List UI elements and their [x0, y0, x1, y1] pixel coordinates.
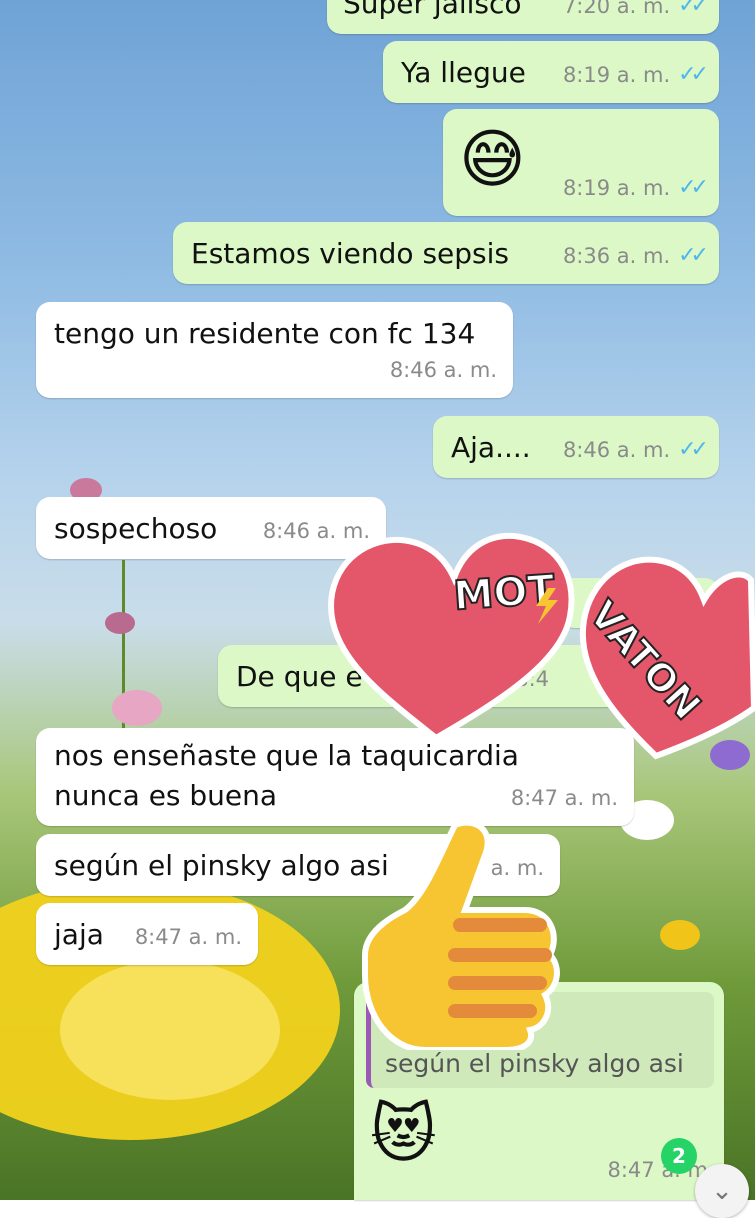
- read-ticks-icon: ✓✓: [678, 0, 709, 18]
- read-ticks-icon: ✓✓: [678, 243, 709, 268]
- message-text: Ya llegue: [401, 56, 526, 89]
- message-meta: 8:19 a. m. ✓✓: [562, 168, 709, 208]
- message-time: 8:19 a. m.: [562, 176, 671, 200]
- message-meta: 8:47 a. m.: [511, 778, 618, 818]
- message-time: 8:46 a. m.: [562, 438, 671, 462]
- message-text: según el pinsky algo asi: [54, 849, 389, 882]
- scroll-down-button[interactable]: ⌄: [695, 1164, 749, 1218]
- flower-decoration: [105, 612, 135, 634]
- heart-left-icon: [327, 532, 575, 742]
- message-meta: 8:46 a. m. ✓✓: [562, 430, 709, 470]
- message-meta: 8:36 a. m. ✓✓: [562, 236, 709, 276]
- read-ticks-icon: ✓✓: [678, 175, 709, 200]
- message-meta: 8:47 a. m.: [135, 917, 242, 957]
- message-text: Estamos viendo sepsis: [191, 237, 509, 270]
- message-outgoing[interactable]: 😅 8:19 a. m. ✓✓: [443, 109, 719, 216]
- chevron-down-icon: ⌄: [711, 1176, 733, 1206]
- unread-count-badge[interactable]: 2: [661, 1138, 697, 1174]
- message-outgoing[interactable]: Aja.... 8:46 a. m. ✓✓: [433, 416, 719, 478]
- message-incoming[interactable]: jaja 8:47 a. m.: [36, 903, 258, 965]
- message-outgoing[interactable]: Estamos viendo sepsis 8:36 a. m. ✓✓: [173, 222, 719, 284]
- flower-decoration: [660, 920, 700, 950]
- read-ticks-icon: ✓✓: [678, 437, 709, 462]
- message-text: tengo un residente con fc 134: [54, 317, 476, 350]
- message-outgoing[interactable]: Ya llegue 8:19 a. m. ✓✓: [383, 41, 719, 103]
- message-text: sospechoso: [54, 512, 218, 545]
- message-text: Aja....: [451, 431, 531, 464]
- flower-decoration: [112, 690, 162, 726]
- message-incoming[interactable]: tengo un residente con fc 134 8:46 a. m.: [36, 302, 513, 398]
- message-time: 8:47 a. m.: [510, 786, 618, 810]
- quoted-text: según el pinsky algo asi: [385, 1049, 684, 1078]
- message-text-line-2: nunca es buena: [54, 779, 278, 812]
- message-time: 8:19 a. m.: [562, 63, 671, 87]
- message-meta: 7:20 a. m. ✓✓: [562, 0, 709, 26]
- message-text: jaja: [54, 918, 104, 951]
- message-outgoing[interactable]: Super jalisco 7:20 a. m. ✓✓: [327, 0, 719, 34]
- message-time: 8:47 a. m.: [134, 925, 242, 949]
- message-meta: 8:19 a. m. ✓✓: [562, 55, 709, 95]
- message-time: 7:20 a. m.: [562, 0, 671, 18]
- sticker-word-top: MOT: [452, 567, 557, 620]
- message-time: 8:36 a. m.: [562, 244, 671, 268]
- message-time: 8:46 a. m.: [389, 358, 497, 382]
- message-meta: 8:46 a. m.: [390, 350, 497, 390]
- heart-motivation-sticker[interactable]: MOT VATON: [326, 528, 755, 760]
- heart-eyes-cat-emoji-icon: 😻: [370, 1098, 437, 1172]
- thumbs-up-icon[interactable]: [355, 815, 580, 1050]
- message-text: Super jalisco: [343, 0, 522, 20]
- flower-decoration: [60, 960, 280, 1100]
- read-ticks-icon: ✓✓: [678, 62, 709, 87]
- grinning-sweat-emoji-icon: 😅: [459, 123, 526, 197]
